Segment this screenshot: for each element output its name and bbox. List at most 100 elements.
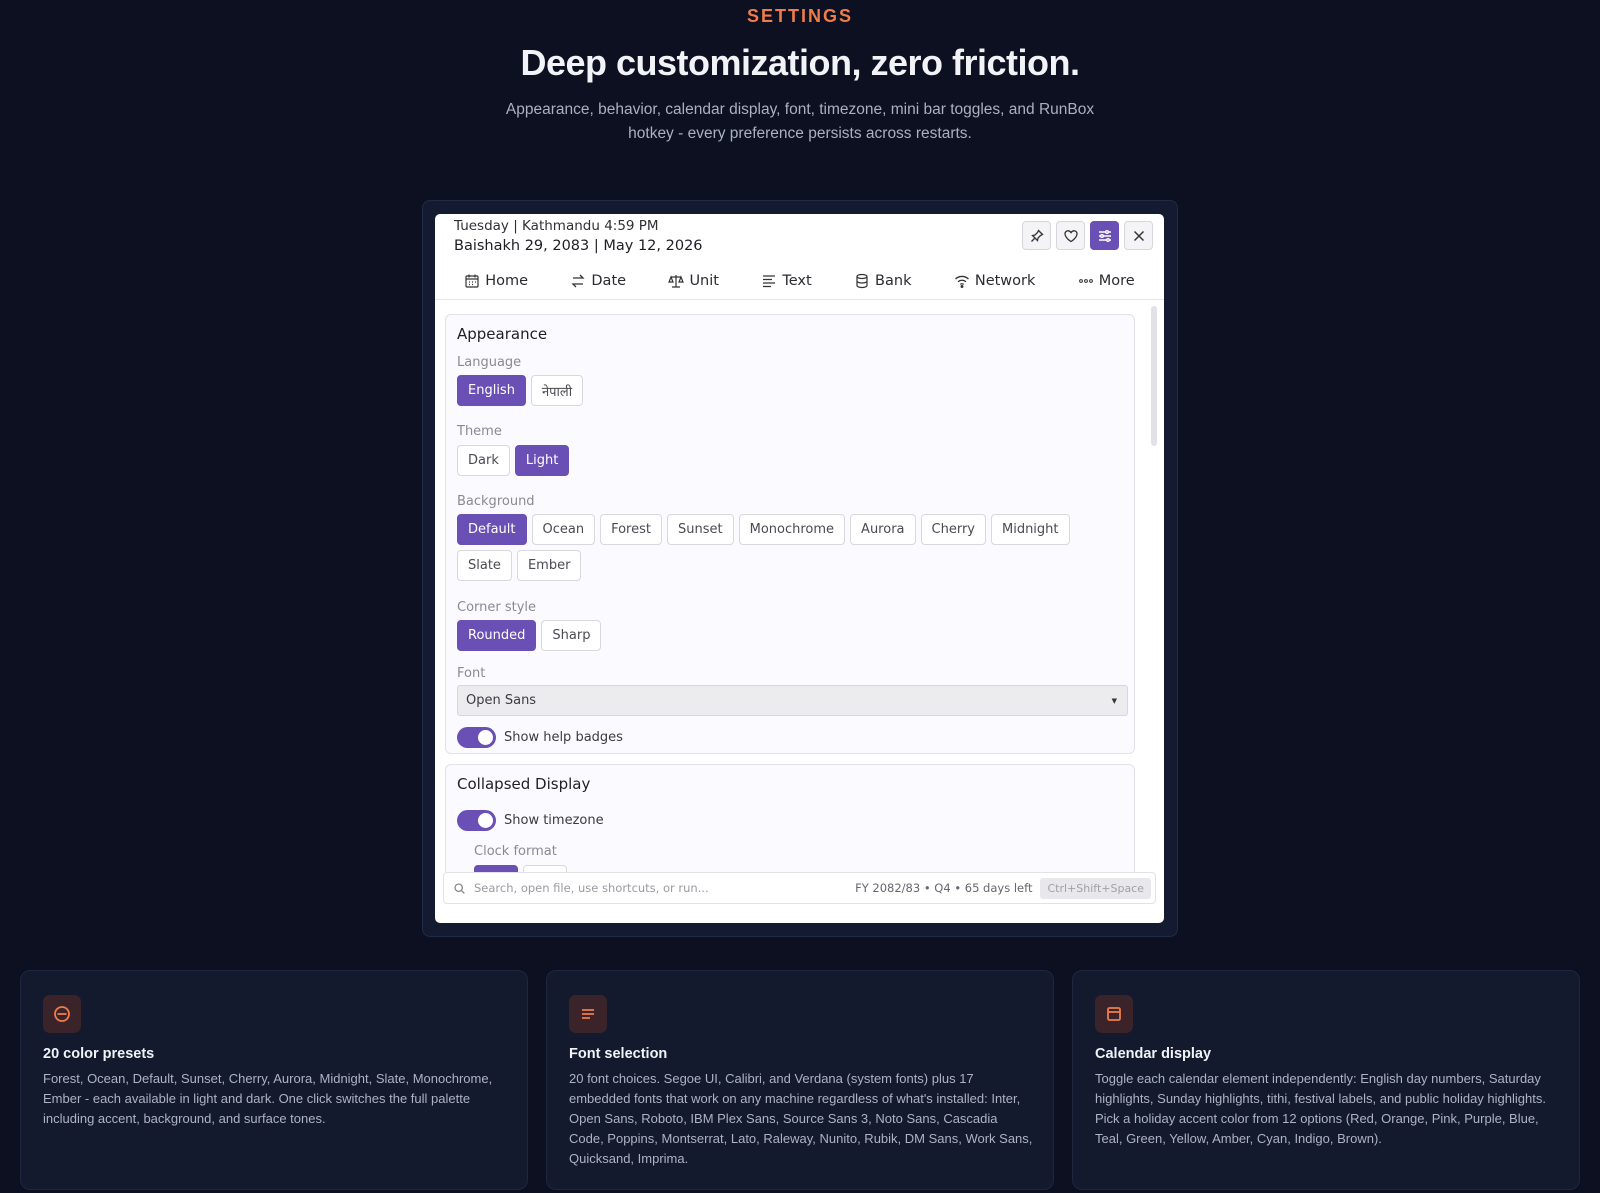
fiscal-year-info: FY 2082/83 • Q4 • 65 days left [855,881,1033,895]
feature-title: Font selection [569,1046,668,1062]
appearance-card: Appearance Language English नेपाली Theme… [445,314,1135,754]
background-option-ember[interactable]: Ember [516,550,582,581]
theme-option-dark[interactable]: Dark [457,445,510,476]
feature-title: Calendar display [1095,1046,1212,1062]
calendar-icon [465,274,479,288]
header-actions [1022,221,1153,250]
clock-format-label: Clock format [474,844,557,859]
app-window: Tuesday | Kathmandu 4:59 PM Baishakh 29,… [435,214,1164,923]
database-icon [856,273,868,288]
feature-card-color-presets: 20 color presets Forest, Ocean, Default,… [20,970,528,1190]
background-option-default[interactable]: Default [457,514,527,545]
collapsed-display-title: Collapsed Display [457,775,591,793]
background-option-monochrome[interactable]: Monochrome [738,514,846,545]
tab-label: Bank [875,272,912,289]
background-option-midnight[interactable]: Midnight [990,514,1070,545]
font-select-value: Open Sans [466,693,537,708]
app-header: Tuesday | Kathmandu 4:59 PM Baishakh 29,… [435,214,1164,260]
dots-icon [1078,278,1093,283]
tab-label: Date [591,272,627,289]
sliders-icon [1098,229,1111,242]
timezone-row: Show timezone [457,810,604,831]
feature-description: Forest, Ocean, Default, Sunset, Cherry, … [43,1071,493,1126]
feature-title: 20 color presets [43,1046,155,1062]
runbox-bar: Search, open file, use shortcuts, or run… [443,872,1156,904]
help-badges-label: Show help badges [504,730,623,745]
header-day-time: Tuesday | Kathmandu 4:59 PM [454,218,659,234]
background-options: Default Ocean Forest Sunset Monochrome A… [457,514,1097,581]
feature-card-font-selection: Font selection 20 font choices. Segoe UI… [546,970,1054,1190]
background-option-forest[interactable]: Forest [600,514,662,545]
background-option-aurora[interactable]: Aurora [850,514,916,545]
tab-text[interactable]: Text [761,272,812,289]
timezone-label: Show timezone [504,813,604,828]
font-select[interactable]: Open Sans ▼ [457,685,1128,716]
background-label: Background [457,494,535,509]
background-option-slate[interactable]: Slate [457,550,512,581]
corner-option-sharp[interactable]: Sharp [541,620,602,651]
theme-options: Dark Light [457,445,1097,476]
tab-label: Home [485,272,529,289]
tab-label: Unit [689,272,719,289]
section-eyebrow: SETTINGS [746,6,853,26]
language-option-nepali[interactable]: नेपाली [530,375,584,406]
close-button[interactable] [1124,221,1153,250]
language-options: English नेपाली [457,375,1097,406]
favorite-button[interactable] [1056,221,1085,250]
tab-unit[interactable]: Unit [668,273,719,289]
section-headline: Deep customization, zero friction. [520,42,1080,83]
tab-label: Text [782,272,812,289]
pin-button[interactable] [1022,221,1051,250]
calendar-panel-icon [1107,1007,1121,1021]
theme-label: Theme [457,424,502,439]
tab-home[interactable]: Home [464,273,528,289]
feature-cards: 20 color presets Forest, Ocean, Default,… [20,970,1580,1193]
settings-button[interactable] [1090,221,1119,250]
background-option-ocean[interactable]: Ocean [531,514,596,545]
tab-bar: Home Date Unit Text Bank Network More [435,262,1164,300]
tab-label: Network [974,272,1036,289]
collapsed-display-card: Collapsed Display Show timezone Clock fo… [445,764,1135,872]
tab-more[interactable]: More [1078,273,1135,289]
feature-icon-wrap [43,995,81,1033]
corner-style-label: Corner style [457,600,537,615]
clock-format-option[interactable] [523,865,567,872]
feature-description: 20 font choices. Segoe UI, Calibri, and … [569,1071,1033,1166]
swap-icon [571,274,585,287]
text-lines-icon [582,1009,594,1019]
language-label: Language [457,355,522,370]
theme-option-light[interactable]: Light [514,445,570,476]
timezone-toggle[interactable] [457,810,496,831]
chevron-down-icon: ▼ [1111,697,1117,705]
section-subtitle: Appearance, behavior, calendar display, … [505,101,1095,142]
runbox-hotkey: Ctrl+Shift+Space [1040,877,1151,899]
text-lines-icon [763,274,776,287]
corner-option-rounded[interactable]: Rounded [457,620,537,651]
language-option-english[interactable]: English [457,375,526,406]
clock-format-option[interactable] [474,865,518,872]
header-dates: Baishakh 29, 2083 | May 12, 2026 [454,238,703,254]
feature-icon-wrap [569,995,607,1033]
runbox-search-input[interactable]: Search, open file, use shortcuts, or run… [474,881,855,895]
tab-network[interactable]: Network [954,272,1036,289]
font-label: Font [457,666,486,681]
help-badges-row: Show help badges [457,727,623,748]
close-icon [1133,230,1144,241]
help-badges-toggle[interactable] [457,727,496,748]
wifi-icon [954,275,969,288]
background-option-sunset[interactable]: Sunset [667,514,734,545]
appearance-title: Appearance [457,325,548,343]
tab-bank[interactable]: Bank [854,273,911,289]
search-icon [454,882,465,894]
corner-style-options: Rounded Sharp [457,620,1097,651]
scale-icon [668,274,685,288]
feature-description: Toggle each calendar element independent… [1095,1071,1546,1146]
clock-format-options [474,865,1114,872]
background-option-cherry[interactable]: Cherry [920,514,986,545]
feature-icon-wrap [1095,995,1133,1033]
scrollbar[interactable] [1151,306,1157,446]
settings-content: Appearance Language English नेपाली Theme… [445,314,1139,872]
circle-minus-icon [54,1006,70,1022]
pin-icon [1030,228,1044,242]
tab-date[interactable]: Date [570,273,626,289]
